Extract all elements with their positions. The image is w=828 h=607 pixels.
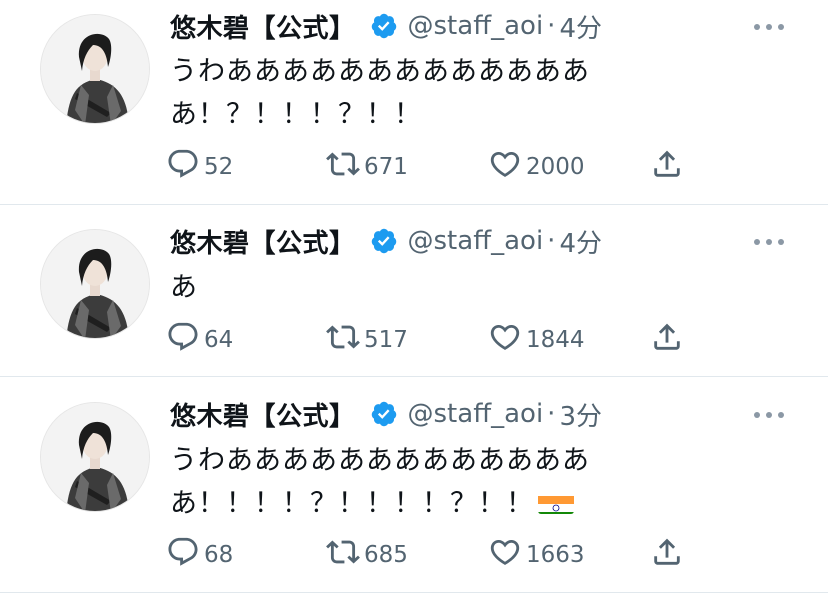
retweet-icon xyxy=(326,147,360,187)
share-icon xyxy=(650,320,684,360)
tweet-text-line: あ！？！！！？！！ xyxy=(170,93,790,136)
like-button[interactable]: 2000 xyxy=(488,150,585,184)
retweet-button[interactable]: 685 xyxy=(326,538,408,572)
share-button[interactable] xyxy=(650,150,684,184)
separator-dot: · xyxy=(547,226,556,256)
retweet-button[interactable]: 517 xyxy=(326,323,408,357)
retweet-count: 685 xyxy=(364,542,408,568)
share-icon xyxy=(650,535,684,575)
tweet[interactable]: 悠木碧【公式】 @staff_aoi · 4分 あ 64 517 1844 xyxy=(0,205,828,377)
timestamp[interactable]: 3分 xyxy=(559,396,602,433)
tweet-actions: 52 671 2000 xyxy=(166,147,706,187)
handle[interactable]: @staff_aoi xyxy=(408,11,544,41)
handle[interactable]: @staff_aoi xyxy=(408,399,544,429)
retweet-icon xyxy=(326,535,360,575)
like-button[interactable]: 1844 xyxy=(488,323,585,357)
india-flag xyxy=(538,490,574,514)
tweet[interactable]: 悠木碧【公式】 @staff_aoi · 4分 うわあああああああああああああ … xyxy=(0,0,828,205)
retweet-button[interactable]: 671 xyxy=(326,150,408,184)
like-count: 1663 xyxy=(526,542,585,568)
reply-button[interactable]: 64 xyxy=(166,320,234,360)
tweet-text: あ xyxy=(170,266,790,309)
avatar[interactable] xyxy=(40,14,150,124)
verified-badge-icon xyxy=(370,400,398,428)
like-count: 1844 xyxy=(526,327,585,353)
reply-icon xyxy=(166,320,200,360)
more-icon[interactable] xyxy=(754,22,784,32)
tweet-text-line: うわあああああああああああああ xyxy=(170,56,590,87)
tweet[interactable]: 悠木碧【公式】 @staff_aoi · 3分 うわあああああああああああああ … xyxy=(0,377,828,593)
display-name[interactable]: 悠木碧【公式】 xyxy=(170,396,356,433)
avatar[interactable] xyxy=(40,229,150,339)
separator-dot: · xyxy=(547,399,556,429)
reply-button[interactable]: 68 xyxy=(166,535,234,575)
timestamp[interactable]: 4分 xyxy=(559,8,602,45)
verified-badge-icon xyxy=(370,12,398,40)
tweet-actions: 64 517 1844 xyxy=(166,320,706,360)
like-icon xyxy=(488,535,522,575)
reply-count: 64 xyxy=(204,327,234,353)
timestamp[interactable]: 4分 xyxy=(559,223,602,260)
reply-icon xyxy=(166,147,200,187)
tweet-header: 悠木碧【公式】 @staff_aoi · 3分 xyxy=(170,394,602,434)
verified-badge-icon xyxy=(370,227,398,255)
reply-count: 52 xyxy=(204,154,234,180)
tweet-header: 悠木碧【公式】 @staff_aoi · 4分 xyxy=(170,6,602,46)
tweet-text-line: あ！！！！？！！！！？！！ xyxy=(170,482,790,525)
share-button[interactable] xyxy=(650,323,684,357)
share-icon xyxy=(650,147,684,187)
retweet-count: 517 xyxy=(364,327,408,353)
reply-count: 68 xyxy=(204,542,234,568)
tweet-text-line-2: あ！！！！？！！！！？！！ xyxy=(170,488,534,519)
display-name[interactable]: 悠木碧【公式】 xyxy=(170,223,356,260)
like-icon xyxy=(488,320,522,360)
handle[interactable]: @staff_aoi xyxy=(408,226,544,256)
separator-dot: · xyxy=(547,11,556,41)
retweet-count: 671 xyxy=(364,154,408,180)
more-icon[interactable] xyxy=(754,237,784,247)
like-button[interactable]: 1663 xyxy=(488,538,585,572)
tweet-text: うわあああああああああああああ あ！！！！？！！！！？！！ xyxy=(170,439,790,525)
reply-button[interactable]: 52 xyxy=(166,147,234,187)
tweet-text-line-2: あ！？！！！？！！ xyxy=(170,99,422,130)
tweet-text-line: あ xyxy=(170,272,198,303)
more-icon[interactable] xyxy=(754,410,784,420)
reply-icon xyxy=(166,535,200,575)
retweet-icon xyxy=(326,320,360,360)
tweet-text: うわあああああああああああああ あ！？！！！？！！ xyxy=(170,50,790,136)
like-count: 2000 xyxy=(526,154,585,180)
tweet-actions: 68 685 1663 xyxy=(166,535,706,575)
display-name[interactable]: 悠木碧【公式】 xyxy=(170,8,356,45)
like-icon xyxy=(488,147,522,187)
tweet-header: 悠木碧【公式】 @staff_aoi · 4分 xyxy=(170,221,602,261)
tweet-text-line: うわあああああああああああああ xyxy=(170,445,590,476)
avatar[interactable] xyxy=(40,402,150,512)
share-button[interactable] xyxy=(650,538,684,572)
